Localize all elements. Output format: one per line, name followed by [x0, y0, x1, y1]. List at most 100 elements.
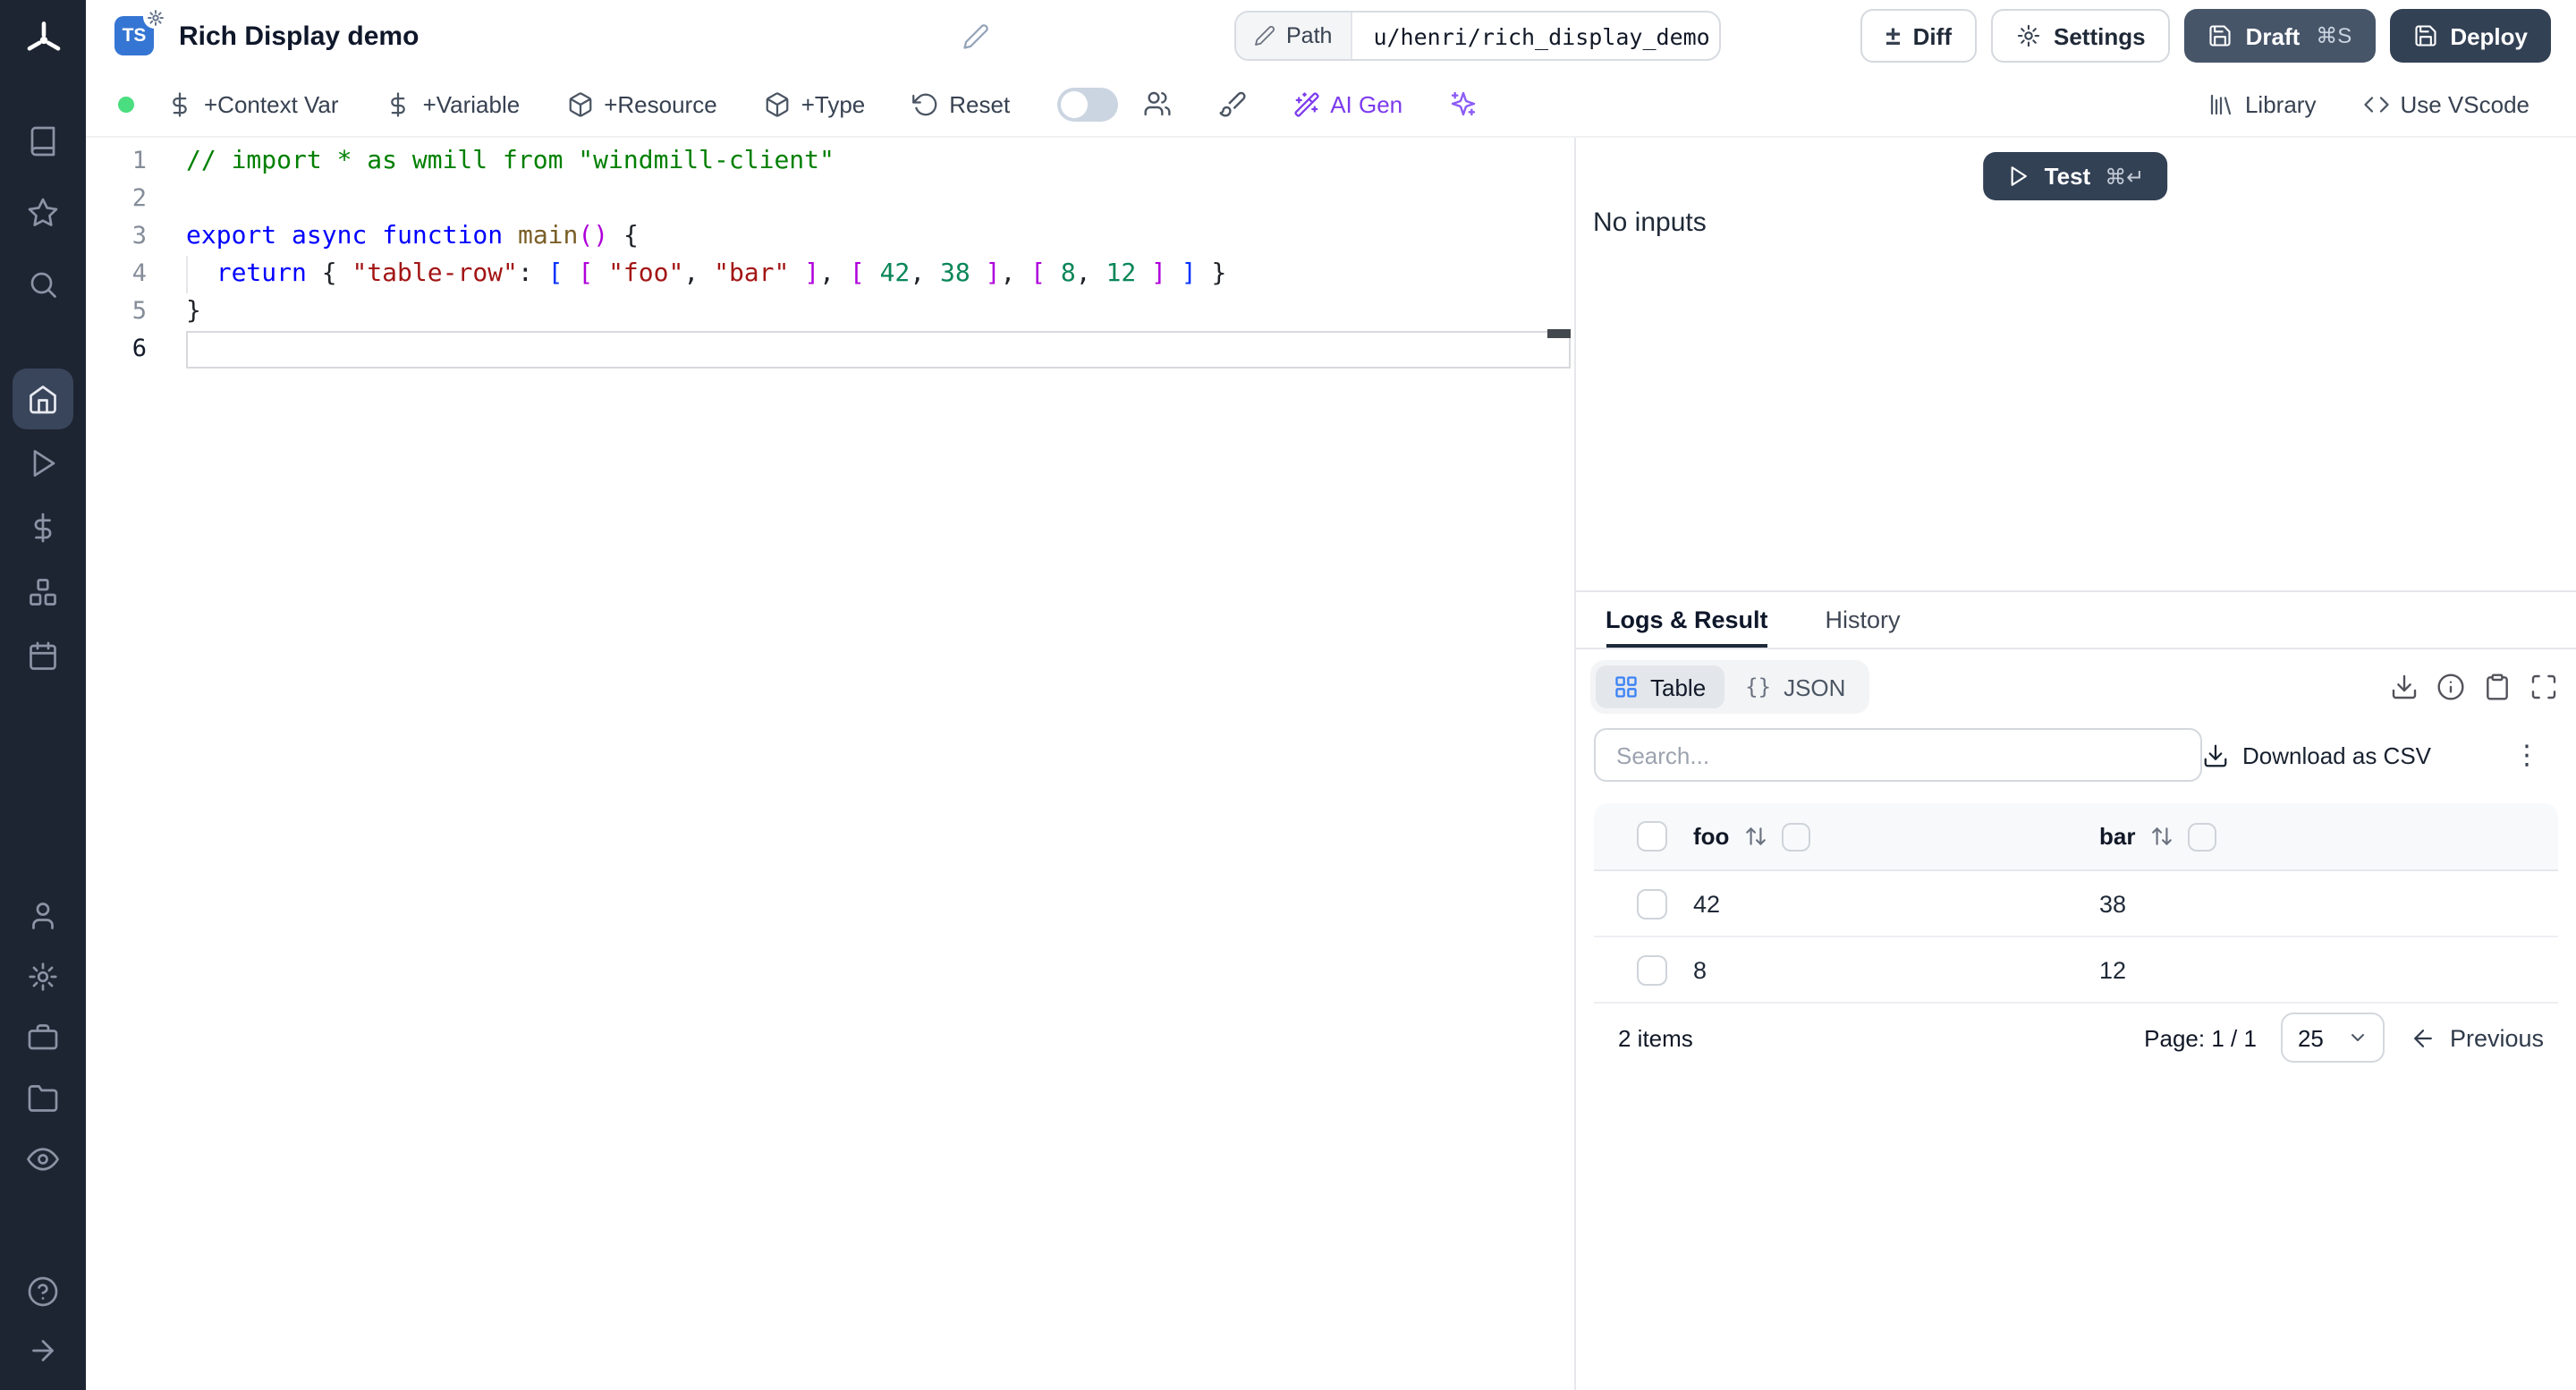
package-icon [766, 91, 789, 116]
sidebar-collapse-toggle[interactable] [0, 1320, 86, 1379]
code-editor[interactable]: 1 2 3 4 5 6 // import * as wmill from "windmi… [86, 138, 1573, 1390]
multiplayer-users-icon[interactable] [1142, 89, 1171, 118]
sidebar-item-runs[interactable] [0, 431, 86, 496]
code-line[interactable] [186, 181, 1570, 218]
add-context-var-label: +Context Var [204, 90, 339, 117]
download-icon[interactable] [2390, 673, 2419, 701]
table-row[interactable]: 42 38 [1593, 871, 2558, 937]
table-menu-kebab-icon[interactable]: ⋮ [2513, 742, 2540, 768]
sort-foo-icon[interactable] [1743, 825, 1767, 848]
maximize-icon[interactable] [2529, 673, 2558, 701]
add-resource-button[interactable]: +Resource [566, 90, 717, 117]
draft-shortcut: ⌘S [2316, 23, 2352, 48]
add-resource-label: +Resource [604, 90, 717, 117]
download-csv-button[interactable]: Download as CSV [2201, 742, 2431, 768]
tab-history[interactable]: History [1826, 592, 1901, 648]
no-inputs-label: No inputs [1593, 208, 1707, 238]
sidebar-item-help[interactable] [0, 1261, 86, 1320]
help-circle-icon [28, 1276, 58, 1306]
sidebar-item-workers[interactable] [0, 886, 86, 946]
settings-button[interactable]: Settings [1991, 9, 2171, 63]
sidebar-item-resources[interactable] [0, 560, 86, 624]
sidebar-item-audit[interactable] [0, 1129, 86, 1190]
sidebar-item-schedules[interactable] [0, 624, 86, 689]
sidebar-item-favorites[interactable] [0, 177, 86, 249]
test-button[interactable]: Test ⌘↵ [1983, 152, 2168, 200]
column-header-bar[interactable]: bar [2099, 823, 2135, 850]
reset-button[interactable]: Reset [911, 90, 1010, 117]
use-vscode-label: Use VScode [2400, 90, 2529, 117]
sparkles-icon[interactable] [1449, 89, 1478, 118]
draft-button[interactable]: Draft ⌘S [2184, 9, 2376, 63]
path-label-segment: Path [1236, 13, 1352, 59]
sidebar [0, 0, 86, 1390]
sidebar-item-home[interactable] [0, 367, 86, 431]
use-vscode-button[interactable]: Use VScode [2362, 90, 2529, 117]
home-icon [30, 386, 56, 414]
info-icon[interactable] [2436, 673, 2465, 701]
active-item-pill [13, 369, 73, 429]
add-type-button[interactable]: +Type [764, 90, 866, 117]
add-context-var-button[interactable]: +Context Var [166, 90, 339, 117]
sidebar-item-settings[interactable] [0, 946, 86, 1007]
result-tabs: Logs & Result History [1575, 590, 2576, 649]
sidebar-item-folders[interactable] [0, 1068, 86, 1129]
view-table-button[interactable]: Table [1595, 665, 1724, 708]
code-line[interactable]: return { "table-row": [ [ "foo", "bar" ]… [186, 256, 1570, 293]
result-table: foo bar 42 38 8 12 2 items Page: 1 / 1 2… [1593, 803, 2558, 1072]
format-brush-icon[interactable] [1217, 89, 1246, 118]
add-variable-button[interactable]: +Variable [386, 90, 520, 117]
magic-wand-icon [1293, 91, 1318, 116]
sidebar-item-variables[interactable] [0, 496, 86, 560]
calendar-icon [30, 641, 56, 670]
library-button[interactable]: Library [2207, 90, 2317, 117]
page-size-select[interactable]: 25 [2281, 1013, 2385, 1063]
clipboard-copy-icon[interactable] [2483, 673, 2512, 701]
package-icon [568, 91, 591, 116]
row-checkbox[interactable] [1636, 888, 1666, 919]
select-all-checkbox[interactable] [1636, 821, 1666, 852]
result-search-input[interactable] [1593, 728, 2201, 782]
code-line[interactable]: export async function main() { [186, 218, 1570, 256]
sort-bar-icon[interactable] [2149, 825, 2173, 848]
play-icon [2012, 166, 2028, 186]
sidebar-item-docs[interactable] [0, 106, 86, 177]
ai-gen-button[interactable]: AI Gen [1292, 90, 1402, 117]
toolbar-right: Library Use VScode [2207, 90, 2529, 117]
tab-logs-result[interactable]: Logs & Result [1606, 592, 1768, 648]
run-area: Test ⌘↵ No inputs [1575, 138, 2576, 590]
table-row[interactable]: 8 12 [1593, 937, 2558, 1004]
save-icon [2210, 25, 2232, 47]
library-icon [2210, 93, 2232, 114]
deploy-label: Deploy [2450, 22, 2528, 49]
indent-guide [186, 256, 188, 293]
add-type-label: +Type [801, 90, 866, 117]
code-line[interactable] [186, 331, 1570, 369]
code-line[interactable]: } [186, 293, 1570, 331]
bar-column-toggle[interactable] [2187, 822, 2216, 851]
view-json-button[interactable]: {} JSON [1727, 665, 1863, 708]
vscode-icon [2363, 96, 2389, 112]
row-checkbox[interactable] [1636, 954, 1666, 985]
library-label: Library [2244, 90, 2317, 117]
sidebar-item-workspace[interactable] [0, 1007, 86, 1068]
path-pill[interactable]: Path u/henri/rich_display_demo [1234, 11, 1721, 61]
chevron-down-icon [2351, 1034, 2365, 1041]
page-size-value: 25 [2297, 1024, 2324, 1051]
foo-column-toggle[interactable] [1781, 822, 1810, 851]
column-header-foo[interactable]: foo [1693, 823, 1729, 850]
multiplayer-toggle[interactable] [1056, 87, 1118, 121]
language-settings-gear-icon[interactable] [143, 5, 166, 29]
code-line[interactable]: // import * as wmill from "windmill-clie… [186, 143, 1570, 181]
edit-summary-pencil-icon[interactable] [962, 23, 989, 50]
test-shortcut: ⌘↵ [2105, 164, 2145, 189]
diff-icon: ± [1885, 21, 1901, 51]
sidebar-item-search[interactable] [0, 249, 86, 320]
diff-button[interactable]: ± Diff [1860, 9, 1977, 63]
result-view-toggle: Table {} JSON [1589, 660, 1869, 714]
deploy-button[interactable]: Deploy [2389, 9, 2551, 63]
book-icon [30, 126, 55, 157]
test-label: Test [2044, 163, 2091, 190]
previous-page-button[interactable]: Previous [2411, 1024, 2544, 1051]
windmill-logo-icon[interactable] [0, 0, 86, 79]
